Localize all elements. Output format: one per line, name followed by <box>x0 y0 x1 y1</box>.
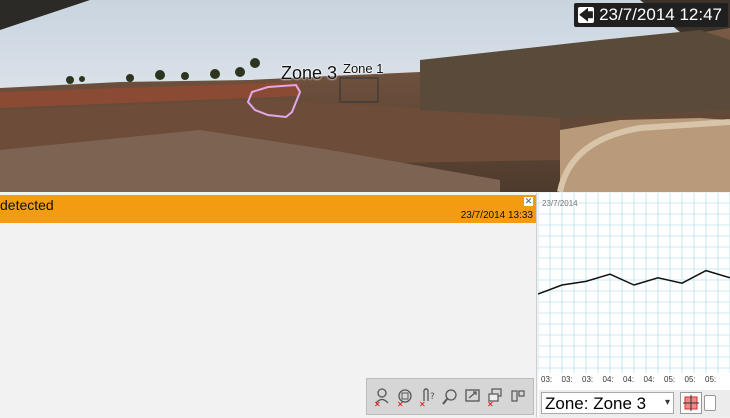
zone-slider[interactable] <box>704 395 716 411</box>
svg-text:✕: ✕ <box>487 400 494 407</box>
x-tick-label: 03: <box>541 375 553 384</box>
svg-text:?: ? <box>430 392 435 402</box>
remove-audio-icon[interactable]: ? ✕ <box>418 387 436 407</box>
x-tick-label: 05: <box>684 375 696 384</box>
chart-date: 23/7/2014 <box>542 199 578 208</box>
svg-text:✕: ✕ <box>374 400 381 407</box>
zone-tool-icon[interactable] <box>680 392 702 414</box>
zone-controls: Zone: Zone 3 ▾ <box>539 390 730 417</box>
remove-person-icon[interactable]: ✕ <box>373 387 391 407</box>
x-tick-label: 04: <box>643 375 655 384</box>
zone-3-label: Zone 3 <box>281 63 338 83</box>
close-icon[interactable]: ✕ <box>524 197 533 206</box>
chevron-down-icon: ▾ <box>664 397 670 408</box>
alert-time: 23/7/2014 13:33 <box>460 210 533 221</box>
toolbar: ✕ ✕ ? ✕ ✕ <box>366 378 534 415</box>
x-tick-label: 04: <box>602 375 614 384</box>
svg-text:✕: ✕ <box>419 400 426 407</box>
svg-text:✕: ✕ <box>397 400 404 407</box>
chart-panel: 23/7/2014 03: 03: 03: 04: 04: 04: 05: 05: 05: <box>538 193 730 417</box>
x-tick-label: 03: <box>561 375 573 384</box>
x-tick-label: 04: <box>623 375 635 384</box>
line-chart <box>538 193 730 373</box>
timestamp-text: 23/7/2014 12:47 <box>599 5 722 24</box>
zone-select-value: Zone: Zone 3 <box>545 394 647 413</box>
search-icon[interactable] <box>441 387 459 407</box>
zone-select[interactable]: Zone: Zone 3 ▾ <box>541 392 674 414</box>
zone-1-label: Zone 1 <box>343 61 384 76</box>
layout-icon[interactable] <box>509 387 527 407</box>
remove-motion-icon[interactable]: ✕ <box>396 387 414 407</box>
timestamp-display[interactable]: 🡄 23/7/2014 12:47 <box>574 3 728 27</box>
x-tick-label: 05: <box>664 375 676 384</box>
export-icon[interactable] <box>464 387 482 407</box>
remove-group-icon[interactable]: ✕ <box>486 387 504 407</box>
alert-item[interactable]: detected ✕ 23/7/2014 13:33 <box>0 195 536 223</box>
x-tick-label: 05: <box>705 375 717 384</box>
camera-view[interactable]: Zone 3 Zone 1 🡄 23/7/2014 12:47 <box>0 0 730 192</box>
back-arrow-icon[interactable]: 🡄 <box>578 7 595 23</box>
camera-image <box>0 0 730 192</box>
x-tick-label: 03: <box>582 375 594 384</box>
alert-title: detected <box>0 197 54 213</box>
